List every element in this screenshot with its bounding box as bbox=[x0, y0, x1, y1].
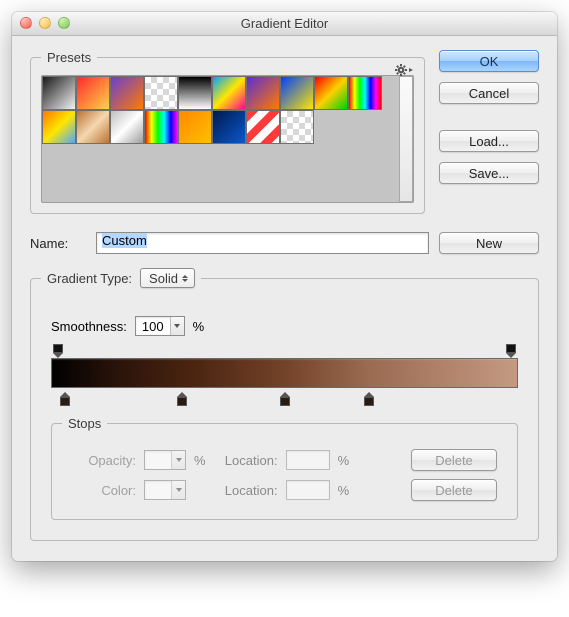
preset-swatch[interactable] bbox=[178, 110, 212, 144]
opacity-stop[interactable] bbox=[52, 344, 64, 358]
minimize-window-button[interactable] bbox=[39, 17, 51, 29]
color-stop[interactable] bbox=[176, 392, 188, 406]
name-label: Name: bbox=[30, 236, 86, 251]
gradient-editor-window: Gradient Editor Presets bbox=[12, 12, 557, 561]
color-input bbox=[144, 480, 186, 500]
preset-swatch[interactable] bbox=[246, 110, 280, 144]
preset-swatches-area bbox=[41, 75, 414, 203]
preset-swatch[interactable] bbox=[110, 110, 144, 144]
preset-swatch[interactable] bbox=[246, 76, 280, 110]
gradient-type-label: Gradient Type: bbox=[47, 271, 132, 286]
preset-swatch[interactable] bbox=[348, 76, 382, 110]
updown-icon bbox=[182, 273, 190, 283]
opacity-delete-button: Delete bbox=[411, 449, 497, 471]
preset-swatch[interactable] bbox=[144, 76, 178, 110]
preset-swatch[interactable] bbox=[212, 110, 246, 144]
name-input[interactable]: Custom bbox=[96, 232, 429, 254]
preset-swatches bbox=[42, 76, 399, 202]
color-stop[interactable] bbox=[59, 392, 71, 406]
color-stop[interactable] bbox=[279, 392, 291, 406]
stops-legend: Stops bbox=[62, 416, 107, 431]
preset-swatch[interactable] bbox=[212, 76, 246, 110]
preset-swatch[interactable] bbox=[280, 76, 314, 110]
close-window-button[interactable] bbox=[20, 17, 32, 29]
presets-menu-button[interactable] bbox=[394, 62, 414, 78]
opacity-input bbox=[144, 450, 186, 470]
preset-swatch[interactable] bbox=[76, 76, 110, 110]
gradient-editor-area[interactable] bbox=[51, 344, 518, 406]
gradient-type-select[interactable]: Solid bbox=[140, 268, 195, 288]
preset-swatch[interactable] bbox=[110, 76, 144, 110]
preset-swatch[interactable] bbox=[42, 76, 76, 110]
color-label: Color: bbox=[72, 483, 136, 498]
ok-button[interactable]: OK bbox=[439, 50, 539, 72]
opacity-location-label: Location: bbox=[214, 453, 278, 468]
gradient-bar[interactable] bbox=[51, 358, 518, 388]
save-button[interactable]: Save... bbox=[439, 162, 539, 184]
smoothness-input[interactable]: 100 bbox=[135, 316, 185, 336]
titlebar: Gradient Editor bbox=[12, 12, 557, 36]
chevron-down-icon bbox=[170, 317, 184, 335]
zoom-window-button[interactable] bbox=[58, 17, 70, 29]
stops-group: Stops Opacity: % Location: % Delete bbox=[51, 416, 518, 520]
preset-swatch[interactable] bbox=[76, 110, 110, 144]
preset-swatch[interactable] bbox=[144, 110, 178, 144]
preset-swatch[interactable] bbox=[42, 110, 76, 144]
preset-swatch[interactable] bbox=[178, 76, 212, 110]
preset-swatch[interactable] bbox=[314, 76, 348, 110]
gradient-settings-group: Gradient Type: Solid Smoothness: 100 % bbox=[30, 268, 539, 541]
preset-swatch[interactable] bbox=[280, 110, 314, 144]
load-button[interactable]: Load... bbox=[439, 130, 539, 152]
opacity-location-input bbox=[286, 450, 330, 470]
side-buttons: OK Cancel Load... Save... bbox=[439, 50, 539, 214]
cancel-button[interactable]: Cancel bbox=[439, 82, 539, 104]
color-delete-button: Delete bbox=[411, 479, 497, 501]
opacity-label: Opacity: bbox=[72, 453, 136, 468]
window-content: Presets bbox=[12, 36, 557, 561]
gear-icon bbox=[395, 64, 413, 76]
presets-scrollbar[interactable] bbox=[399, 76, 413, 202]
color-location-input bbox=[286, 480, 330, 500]
presets-legend: Presets bbox=[41, 50, 97, 65]
new-button[interactable]: New bbox=[439, 232, 539, 254]
smoothness-label: Smoothness: bbox=[51, 319, 127, 334]
presets-group: Presets bbox=[30, 50, 425, 214]
percent-symbol: % bbox=[193, 319, 205, 334]
window-title: Gradient Editor bbox=[12, 16, 557, 31]
color-location-label: Location: bbox=[214, 483, 278, 498]
opacity-stop[interactable] bbox=[505, 344, 517, 358]
traffic-light-buttons bbox=[20, 17, 70, 29]
color-stop[interactable] bbox=[363, 392, 375, 406]
